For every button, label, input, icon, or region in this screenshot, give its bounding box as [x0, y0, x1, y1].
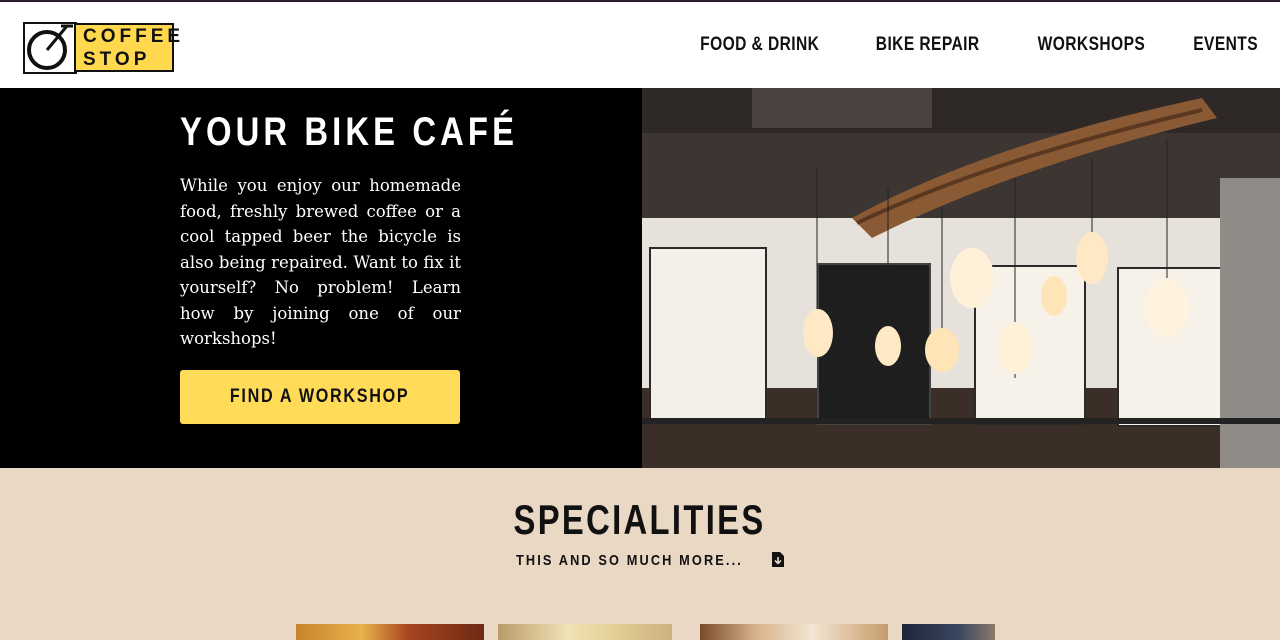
- specialities-title: SPECIALITIES: [0, 496, 1280, 544]
- specialities-subtitle[interactable]: THIS AND SO MUCH MORE...: [0, 552, 1280, 569]
- nav-events[interactable]: EVENTS: [1193, 34, 1258, 56]
- speciality-thumb-1[interactable]: [296, 624, 484, 640]
- site-header: COFFEE STOP FOOD & DRINK BIKE REPAIR WOR…: [0, 2, 1280, 88]
- speciality-thumb-2[interactable]: [498, 624, 672, 640]
- find-workshop-button[interactable]: FIND A WORKSHOP: [180, 370, 460, 424]
- nav-food-drink[interactable]: FOOD & DRINK: [700, 34, 819, 56]
- nav-workshops[interactable]: WORKSHOPS: [1037, 34, 1145, 56]
- find-workshop-label: FIND A WORKSHOP: [230, 386, 410, 407]
- bike-wheel-icon: [23, 22, 77, 74]
- logo-line1: COFFEE: [83, 26, 185, 47]
- nav-bike-repair[interactable]: BIKE REPAIR: [876, 34, 980, 56]
- specialities-thumbnails: [0, 624, 1280, 640]
- logo-wordmark: COFFEE STOP: [74, 23, 185, 72]
- speciality-thumb-3[interactable]: [700, 624, 888, 640]
- download-icon: [771, 552, 784, 567]
- logo[interactable]: COFFEE STOP: [23, 22, 185, 74]
- cafe-interior-photo: [642, 88, 1280, 468]
- specialities-section: SPECIALITIES THIS AND SO MUCH MORE...: [0, 468, 1280, 640]
- specialities-subtitle-text: THIS AND SO MUCH MORE...: [516, 552, 744, 569]
- hero-panel: YOUR BIKE CAFÉ While you enjoy our homem…: [0, 88, 642, 468]
- cafe-interior-illustration: [642, 88, 1280, 468]
- speciality-thumb-4[interactable]: [902, 624, 995, 640]
- hero-description: While you enjoy our homemade food, fresh…: [180, 176, 461, 348]
- main-nav: FOOD & DRINK BIKE REPAIR WORKSHOPS EVENT…: [674, 34, 1258, 56]
- hero-title: YOUR BIKE CAFÉ: [180, 110, 519, 154]
- logo-line2: STOP: [83, 49, 151, 70]
- specialities-title-text: SPECIALITIES: [514, 496, 766, 543]
